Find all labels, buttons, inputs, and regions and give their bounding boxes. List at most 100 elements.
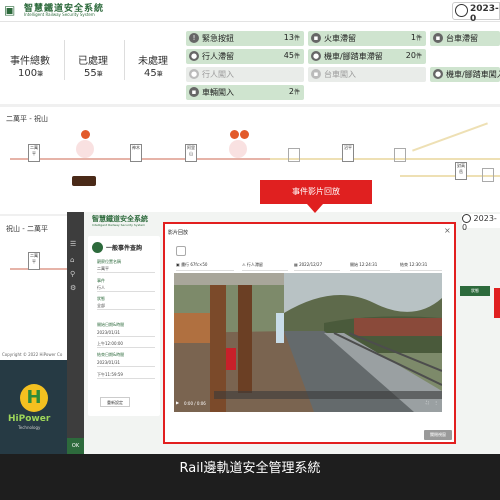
alert-icon: !	[189, 33, 199, 43]
gear-icon[interactable]: ⚙	[70, 284, 80, 292]
camera-field: ▣ 畫行 67fc×50	[176, 262, 234, 271]
stat-done-label: 已處理	[78, 56, 108, 67]
platform-scene	[174, 273, 442, 412]
query-logo-sub: Intelligent Railway Security System	[92, 223, 146, 227]
app-subtitle: Intelligent Railway Security System	[24, 12, 95, 17]
section-divider	[0, 104, 500, 107]
signal-box[interactable]	[288, 148, 300, 162]
route-title-2: 祝山 - 二萬平	[6, 225, 48, 233]
fullscreen-icon[interactable]: ⛶	[426, 400, 429, 405]
stat-pending-value: 45筆	[144, 68, 163, 79]
stat-pending-label: 未處理	[138, 56, 168, 67]
more-options-icon[interactable]: ⋮	[434, 400, 438, 405]
table-header: 狀態	[460, 286, 490, 296]
pedestrian-icon: ●	[189, 51, 199, 61]
end-date-field[interactable]: 2023/01/31	[97, 360, 155, 367]
search-icon	[92, 242, 103, 253]
alarm-cart-intrusion[interactable]: ▪ 台車闖入	[308, 67, 426, 82]
track-branch	[412, 122, 488, 152]
motorcycle-icon: ●	[311, 51, 321, 61]
modal-title: 影片回放	[168, 230, 189, 236]
search-icon[interactable]: ⚲	[70, 270, 80, 278]
signal-box[interactable]	[482, 168, 494, 182]
logout-button[interactable]: OK	[67, 438, 84, 454]
divider	[64, 40, 65, 80]
clock-icon	[462, 214, 471, 223]
alarm-pedestrian-stay[interactable]: ● 行人滯留 45件	[186, 49, 304, 64]
home-icon[interactable]: ⌂	[70, 256, 80, 264]
start-time-field[interactable]: 上午12:00:00	[97, 341, 155, 348]
section-divider	[0, 214, 67, 216]
alarm-train-stay[interactable]: ▪ 火車滯留 1件	[308, 31, 426, 46]
screenshot-root: ▣ 智慧鐵道安全系統 Intelligent Railway Security …	[0, 0, 500, 500]
menu-icon[interactable]: ☰	[70, 240, 80, 248]
event-pulse	[229, 140, 247, 158]
end-time-field[interactable]: 下午11:59:59	[97, 372, 155, 379]
pedestrian-icon: ●	[189, 69, 199, 79]
clock-icon	[455, 4, 468, 17]
play-icon[interactable]: ▶	[176, 400, 179, 405]
motorcycle-icon: ●	[433, 69, 443, 79]
field-label: 開始日期&時間	[97, 322, 125, 327]
alarm-vehicle-intrusion[interactable]: ▪ 車輛闖入 2件	[186, 85, 304, 100]
alarm-motorcycle-stay[interactable]: ● 機車/腳踏車滯留 20件	[308, 49, 426, 64]
field-label: 結束日期&時間	[97, 352, 125, 357]
station-marker[interactable]: 神木	[130, 144, 142, 162]
caption-bar: Rail邊軌道安全管理系統	[0, 454, 500, 500]
hipower-logo-icon: H	[20, 384, 48, 412]
alert-marker-icon[interactable]	[230, 130, 239, 139]
stat-total-value: 100筆	[18, 68, 44, 79]
car-icon: ▪	[189, 87, 199, 97]
stat-total-label: 事件總數	[10, 56, 50, 67]
alert-marker-icon[interactable]	[240, 130, 249, 139]
signal-box[interactable]	[394, 148, 406, 162]
video-player[interactable]	[174, 273, 442, 412]
close-window-button[interactable]: 關閉視窗	[424, 430, 452, 440]
start-date-field[interactable]: 2023/01/31	[97, 330, 155, 337]
field-label: 事件	[97, 278, 105, 283]
cart-icon: ▪	[311, 69, 321, 79]
query-date: 2023-0	[462, 214, 500, 232]
station-marker[interactable]: 阿里山	[185, 144, 197, 162]
callout-arrow-icon	[307, 204, 323, 213]
start-time-display: 開始 12:24:31	[350, 262, 390, 271]
camera-icon	[176, 246, 186, 256]
event-pulse	[76, 140, 94, 158]
field-label: 觀察位置名稱	[97, 259, 121, 264]
station-marker[interactable]: 二萬平	[28, 252, 40, 270]
train-icon: ▪	[311, 33, 321, 43]
event-type-field: ⚠ 行人滯留	[242, 262, 288, 271]
alarm-pedestrian-intrusion[interactable]: ● 行人闖入	[186, 67, 304, 82]
video-time: 0:00 / 0:06	[184, 401, 206, 406]
event-field[interactable]: 行人	[97, 285, 155, 292]
station-marker[interactable]: 二萬平	[28, 144, 40, 162]
field-label: 狀態	[97, 296, 105, 301]
train-icon[interactable]	[72, 176, 96, 186]
status-field[interactable]: 全部	[97, 303, 155, 310]
scroll-indicator	[494, 288, 500, 318]
close-icon[interactable]: ×	[444, 226, 451, 235]
copyright-text: Copyright © 2022 HiPower Co	[2, 352, 63, 357]
brand-sub: Technology	[18, 425, 41, 430]
station-marker[interactable]: 沼平	[342, 144, 354, 162]
divider	[124, 40, 125, 80]
alert-marker-icon[interactable]	[81, 130, 90, 139]
alarm-motorcycle-intrusion[interactable]: ● 機車/腳踏車闖入	[430, 67, 500, 82]
stat-done-value: 55筆	[84, 68, 103, 79]
date-field: ▦ 2022/12/27	[294, 262, 340, 271]
side-menu	[67, 212, 84, 454]
query-title: 一般事件查詢	[106, 245, 143, 252]
rail-logo-icon: ▣	[4, 3, 16, 17]
date-text: 2023-0	[470, 4, 499, 24]
end-time-display: 結束 12:30:31	[400, 262, 442, 271]
brand-name: HiPower	[8, 414, 51, 424]
alarm-emergency-button[interactable]: ! 緊急按鈕 13件	[186, 31, 304, 46]
track-line	[270, 158, 500, 160]
alarm-cart-stay[interactable]: ▪ 台車滯留	[430, 31, 500, 46]
route-title-1: 二萬平 - 祝山	[6, 115, 48, 123]
station-marker[interactable]: 對高岳	[455, 162, 467, 180]
reset-button[interactable]: 重新設定	[100, 397, 130, 407]
location-field[interactable]: 二萬平	[97, 266, 155, 273]
cart-icon: ▪	[433, 33, 443, 43]
callout-label: 事件影片回放	[260, 180, 372, 204]
